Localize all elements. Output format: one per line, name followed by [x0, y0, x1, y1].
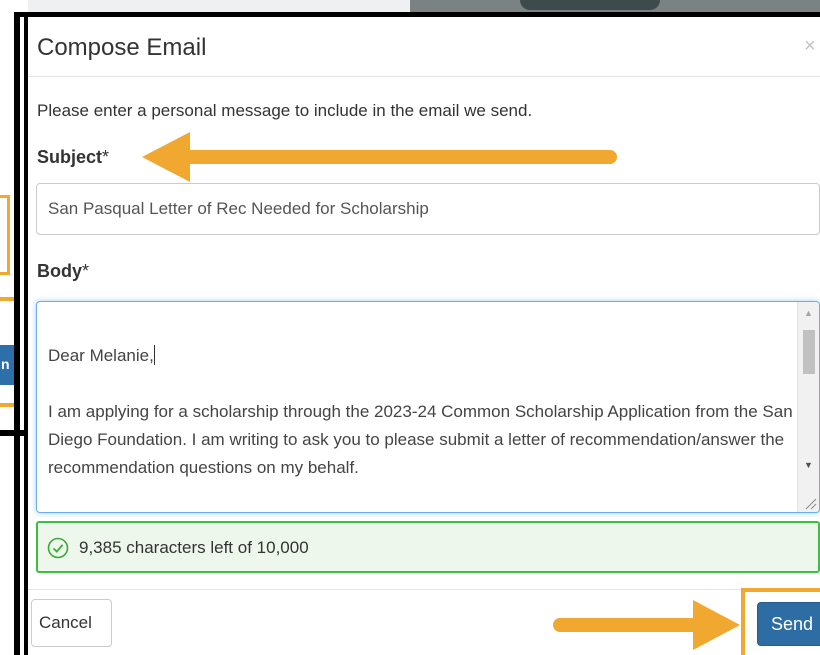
body-label-text: Body	[37, 261, 82, 281]
body-text[interactable]: Dear Melanie, I am applying for a schola…	[48, 342, 793, 482]
body-paragraph: I am applying for a scholarship through …	[48, 402, 798, 477]
frame-border-mid	[0, 430, 28, 436]
compose-email-modal: Compose Email × Please enter a personal …	[28, 17, 820, 655]
subject-label-text: Subject	[37, 147, 103, 167]
text-caret	[153, 345, 155, 365]
close-icon[interactable]: ×	[804, 35, 820, 58]
body-label: Body*	[37, 261, 89, 282]
scroll-up-icon[interactable]: ▲	[804, 308, 813, 318]
modal-header: Compose Email ×	[28, 17, 820, 77]
background-accent-line	[0, 297, 14, 301]
character-count-bar: 9,385 characters left of 10,000	[36, 521, 820, 573]
modal-title: Compose Email	[37, 34, 207, 61]
arrow-left-annotation-subject	[142, 132, 617, 182]
check-circle-icon	[47, 537, 69, 559]
send-button[interactable]: Send	[757, 602, 820, 646]
subject-label: Subject*	[37, 147, 109, 168]
background-highlight-box	[0, 195, 10, 275]
arrow-right-annotation-send	[553, 600, 740, 650]
resize-grip-icon[interactable]	[803, 496, 817, 510]
background-accent-line-2	[0, 403, 14, 407]
cancel-button[interactable]: Cancel	[31, 599, 112, 647]
required-marker: *	[82, 261, 90, 281]
subject-input[interactable]	[36, 183, 820, 235]
character-count-text: 9,385 characters left of 10,000	[79, 538, 309, 557]
intro-text: Please enter a personal message to inclu…	[37, 101, 533, 120]
required-marker: *	[102, 147, 110, 167]
body-scrollbar[interactable]: ▲ ▼	[797, 302, 819, 512]
background-button-label: n	[1, 356, 10, 372]
scroll-down-icon[interactable]: ▼	[804, 460, 813, 470]
body-textarea[interactable]: Dear Melanie, I am applying for a schola…	[36, 301, 820, 513]
frame-border-left	[14, 12, 20, 655]
modal-footer-divider	[28, 589, 820, 590]
scrollbar-thumb[interactable]	[803, 330, 815, 374]
background-top-dark-tab	[520, 0, 660, 10]
body-greeting: Dear Melanie,	[48, 346, 154, 365]
